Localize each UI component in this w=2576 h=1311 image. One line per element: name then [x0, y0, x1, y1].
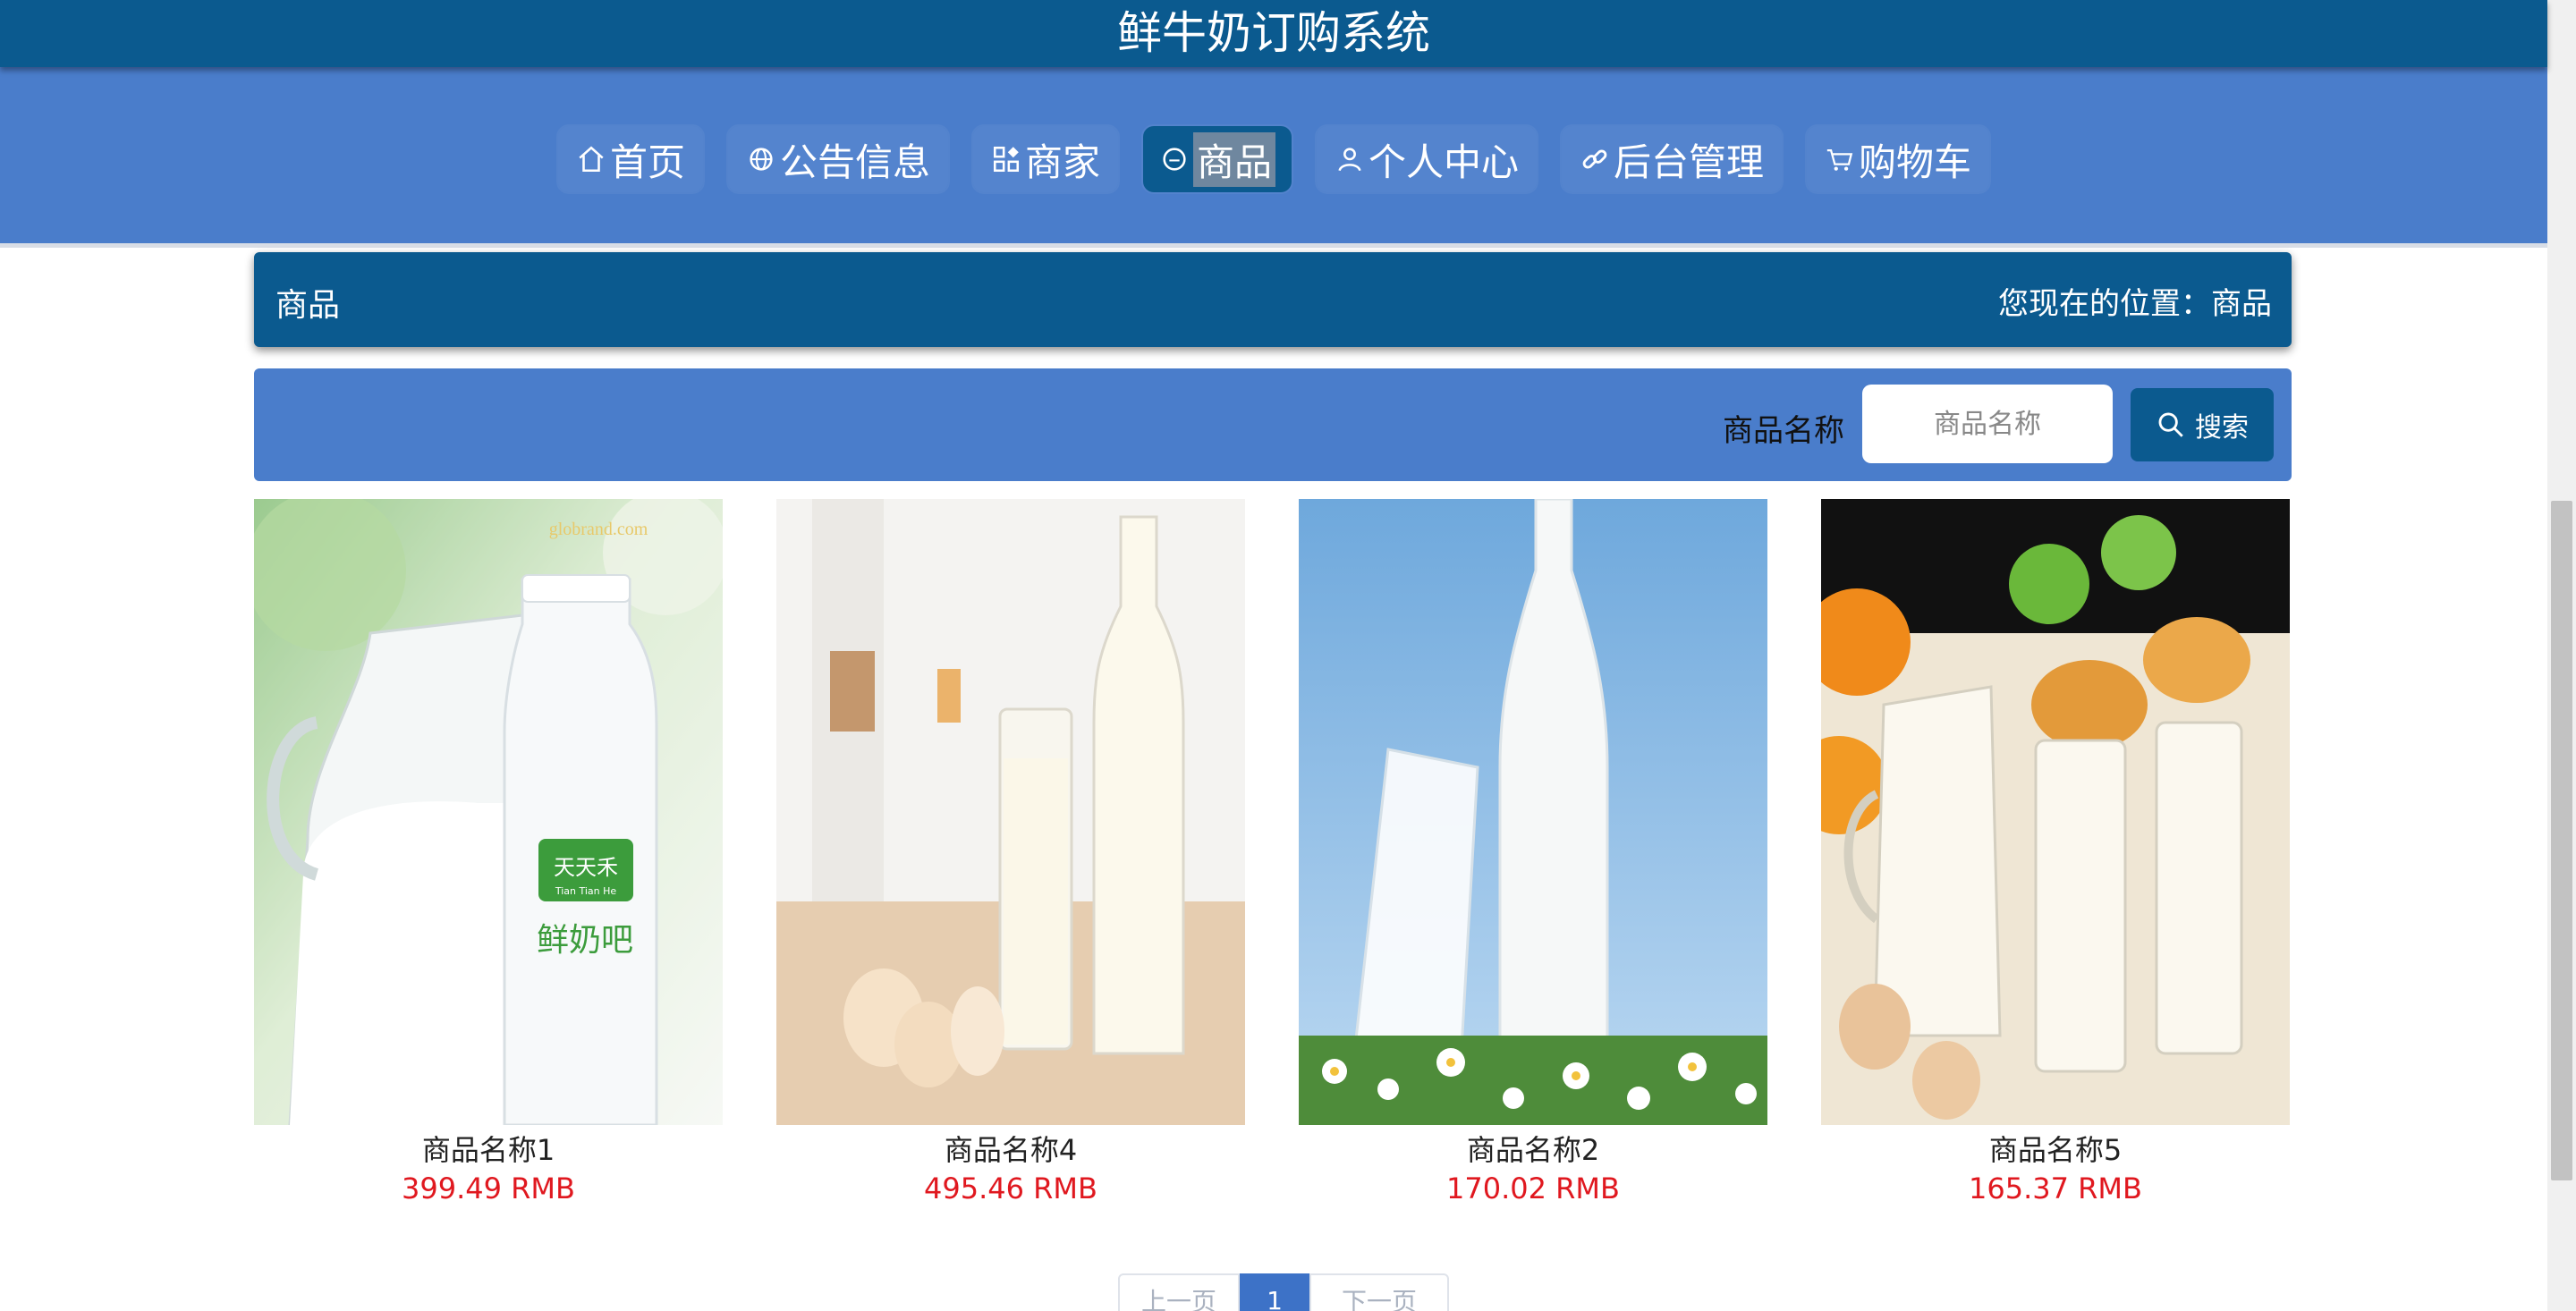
nav-item-products[interactable]: 商品 [1142, 126, 1292, 192]
cart-icon [1826, 148, 1853, 171]
product-name[interactable]: 商品名称4 [776, 1132, 1245, 1168]
breadcrumb: 商品 您现在的位置：商品 [254, 252, 2292, 347]
product-name[interactable]: 商品名称2 [1299, 1132, 1767, 1168]
nav-item-announcements[interactable]: 公告信息 [727, 126, 948, 192]
product-name[interactable]: 商品名称5 [1821, 1132, 2290, 1168]
main-nav: 首页 公告信息 商家 商品 个人中心 后台管理 购物车 [0, 126, 2547, 192]
product-card[interactable]: globrand.com 天天禾 Tian Tian He 鲜奶吧 商品名称1 … [254, 499, 723, 1209]
nav-item-admin[interactable]: 后台管理 [1562, 126, 1783, 192]
search-icon [2158, 412, 2183, 437]
product-price: 399.49 RMB [402, 1171, 575, 1205]
product-card[interactable]: 商品名称5 165.37 RMB [1821, 499, 2290, 1209]
image-watermark: globrand.com [549, 520, 648, 539]
vertical-scrollbar[interactable] [2547, 0, 2576, 1311]
globe-icon [750, 148, 773, 171]
product-price: 170.02 RMB [1446, 1171, 1620, 1205]
current-page-button[interactable]: 1 [1240, 1273, 1309, 1311]
nav-item-cart[interactable]: 购物车 [1807, 126, 1990, 192]
next-page-button[interactable]: 下一页 [1309, 1273, 1449, 1311]
nav-band: 首页 公告信息 商家 商品 个人中心 后台管理 购物车 [0, 67, 2547, 248]
user-icon [1338, 148, 1361, 172]
circle-icon [1163, 148, 1186, 171]
nav-item-label: 后台管理 [1614, 140, 1765, 184]
bottle-sublabel: Tian Tian He [555, 885, 617, 897]
grid-icon [993, 146, 1019, 173]
bottle-label: 天天禾 [554, 855, 618, 880]
product-image[interactable] [1299, 499, 1767, 1125]
scrollbar-thumb[interactable] [2551, 501, 2572, 1180]
nav-item-label: 购物车 [1859, 140, 1972, 184]
nav-item-home[interactable]: 首页 [557, 126, 703, 192]
product-price: 165.37 RMB [1969, 1171, 2142, 1205]
title-bar: 鲜牛奶订购系统 [0, 0, 2547, 67]
search-label: 商品名称 [1723, 413, 1844, 449]
home-icon [579, 146, 604, 173]
prev-page-button[interactable]: 上一页 [1118, 1273, 1240, 1311]
product-card[interactable]: 商品名称2 170.02 RMB [1299, 499, 1767, 1209]
product-name[interactable]: 商品名称1 [254, 1132, 723, 1168]
product-price: 495.46 RMB [924, 1171, 1097, 1205]
page-title: 商品 [275, 287, 341, 324]
nav-item-label: 个人中心 [1368, 140, 1520, 184]
nav-item-label: 商家 [1024, 140, 1100, 184]
nav-item-profile[interactable]: 个人中心 [1317, 126, 1538, 192]
nav-item-label: 公告信息 [779, 140, 930, 184]
product-card[interactable]: 商品名称4 495.46 RMB [776, 499, 1245, 1209]
search-button[interactable]: 搜索 [2131, 388, 2274, 461]
search-input[interactable] [1862, 385, 2113, 463]
location-text: 您现在的位置：商品 [1998, 286, 2272, 322]
nav-item-merchants[interactable]: 商家 [972, 126, 1118, 192]
product-image[interactable] [1821, 499, 2290, 1125]
nav-item-label: 商品 [1192, 131, 1275, 187]
link-icon [1582, 149, 1607, 169]
product-grid: globrand.com 天天禾 Tian Tian He 鲜奶吧 商品名称1 … [254, 499, 2292, 1214]
search-button-label: 搜索 [2195, 412, 2249, 444]
search-bar: 商品名称 搜索 [254, 368, 2292, 481]
app-title: 鲜牛奶订购系统 [1117, 7, 1430, 59]
bottle-text: 鲜奶吧 [537, 922, 633, 959]
pagination: 上一页 1 下一页 [1118, 1273, 1449, 1311]
nav-item-label: 首页 [609, 140, 685, 184]
product-image[interactable] [776, 499, 1245, 1125]
product-image[interactable]: globrand.com 天天禾 Tian Tian He 鲜奶吧 [254, 499, 723, 1125]
